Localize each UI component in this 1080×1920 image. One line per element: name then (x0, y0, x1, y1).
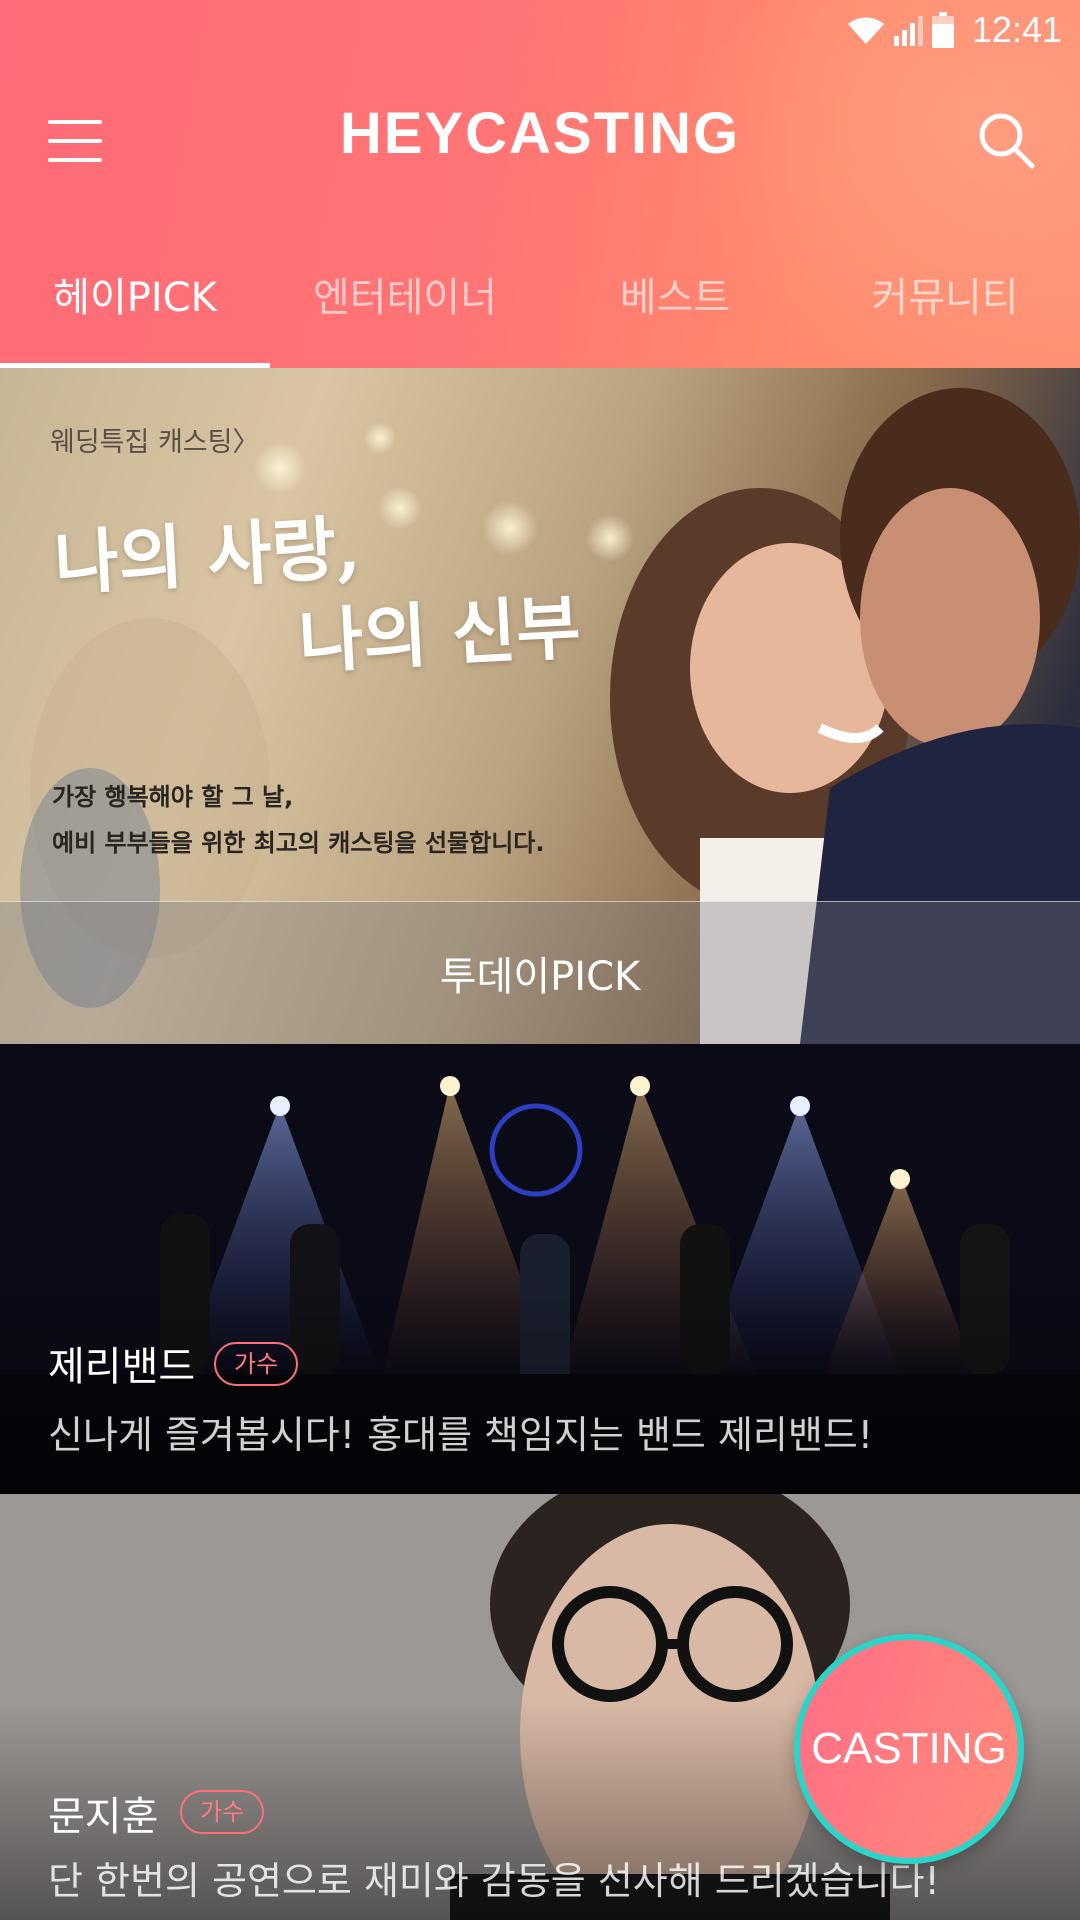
card-name: 문지훈 (48, 1794, 159, 1840)
card-category-tag: 가수 (214, 1342, 299, 1386)
tab-hey-pick[interactable]: 헤이PICK (0, 258, 270, 368)
casting-fab-button[interactable]: CASTING (794, 1634, 1024, 1864)
signal-icon (893, 16, 923, 46)
tab-label: 엔터테이너 (313, 275, 497, 321)
status-bar: 12:41 (846, 8, 1062, 52)
app-header: 12:41 HEYCASTING 헤이PICK 엔터테이너 베스트 커뮤니티 (0, 0, 1080, 368)
casting-fab-label: CASTING (811, 1724, 1007, 1773)
headline-line-1: 나의 사랑, (52, 505, 363, 605)
tab-bar: 헤이PICK 엔터테이너 베스트 커뮤니티 (0, 258, 1080, 368)
entertainer-card[interactable]: 제리밴드 가수 신나게 즐겨봅시다! 홍대를 책임지는 밴드 제리밴드! (0, 1044, 1080, 1494)
app-bar: HEYCASTING (0, 60, 1080, 220)
tab-label: 베스트 (619, 275, 731, 321)
status-time: 12:41 (971, 9, 1062, 50)
card-description: 신나게 즐겨봅시다! 홍대를 책임지는 밴드 제리밴드! (48, 1413, 874, 1457)
card-description: 단 한번의 공연으로 재미와 감동을 선사해 드리겠습니다! (48, 1859, 940, 1903)
card-name: 제리밴드 (48, 1344, 196, 1390)
wifi-icon (847, 17, 884, 44)
tab-community[interactable]: 커뮤니티 (810, 258, 1080, 368)
search-icon[interactable] (976, 110, 1036, 170)
today-pick-label: 투데이PICK (439, 954, 641, 1000)
wedding-banner[interactable]: 웨딩특집 캐스팅〉 나의 사랑, 나의 신부 가장 행복해야 할 그 날, 예비… (0, 368, 1080, 1044)
banner-description-line-2: 예비 부부들을 위한 최고의 캐스팅을 선물합니다. (52, 829, 545, 857)
tab-entertainer[interactable]: 엔터테이너 (270, 258, 540, 368)
banner-description-line-1: 가장 행복해야 할 그 날, (52, 783, 294, 811)
tab-best[interactable]: 베스트 (540, 258, 810, 368)
tab-label: 헤이PICK (53, 275, 217, 321)
banner-description: 가장 행복해야 할 그 날, 예비 부부들을 위한 최고의 캐스팅을 선물합니다… (52, 774, 545, 866)
app-title: HEYCASTING (339, 101, 741, 166)
battery-icon (931, 12, 954, 48)
tab-label: 커뮤니티 (871, 275, 1019, 321)
banner-category-link[interactable]: 웨딩특집 캐스팅〉 (50, 420, 259, 459)
today-pick-button[interactable]: 투데이PICK (0, 901, 1080, 1044)
card-category-tag: 가수 (180, 1790, 265, 1834)
banner-headline: 나의 사랑, 나의 신부 (52, 491, 583, 700)
